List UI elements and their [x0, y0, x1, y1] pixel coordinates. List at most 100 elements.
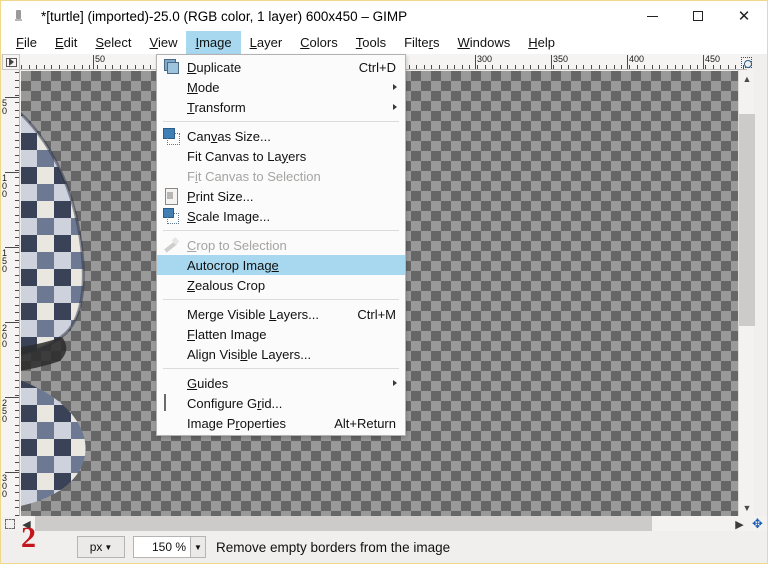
navigation-move-icon[interactable]: ✥: [748, 516, 767, 532]
zoom-value[interactable]: 150 %: [134, 537, 190, 557]
menubar-item-view[interactable]: View: [141, 31, 187, 54]
menu-item-zealous-crop[interactable]: Zealous Crop: [157, 275, 405, 295]
ruler-major-tick: [5, 322, 19, 323]
ruler-tick: [15, 117, 19, 118]
ruler-tick: [697, 65, 699, 69]
menubar-item-help[interactable]: Help: [519, 31, 564, 54]
configure-grid-icon: [163, 394, 179, 411]
ruler-tick: [515, 65, 516, 69]
ruler-label: 450: [705, 54, 721, 64]
menu-item-flatten-image[interactable]: Flatten Image: [157, 324, 405, 344]
menu-item-scale-image[interactable]: Scale Image...: [157, 206, 405, 226]
ruler-tick: [15, 484, 19, 486]
menubar-item-select[interactable]: Select: [86, 31, 140, 54]
menu-item-autocrop-image[interactable]: Autocrop Image: [157, 255, 405, 275]
menu-item-fit-canvas-to-layers[interactable]: Fit Canvas to Layers: [157, 146, 405, 166]
ruler-tick: [15, 372, 19, 373]
ruler-tick: [439, 65, 440, 69]
horizontal-scrollbar-thumb[interactable]: [35, 516, 652, 532]
ruler-tick: [15, 139, 19, 141]
menu-item-align-visible-layers[interactable]: Align Visible Layers...: [157, 344, 405, 364]
menubar-item-tools[interactable]: Tools: [347, 31, 395, 54]
ruler-tick: [15, 267, 19, 268]
ruler-tick: [15, 109, 19, 111]
ruler-tick: [530, 65, 532, 69]
ruler-tick: [727, 65, 729, 69]
menubar-item-edit[interactable]: Edit: [46, 31, 86, 54]
menu-item-label: Fit Canvas to Selection: [187, 168, 321, 184]
menu-item-configure-grid[interactable]: Configure Grid...: [157, 393, 405, 413]
menu-item-print-size[interactable]: Print Size...: [157, 186, 405, 206]
chevron-right-icon[interactable]: ▶: [731, 516, 748, 532]
maximize-button[interactable]: [675, 1, 721, 31]
menubar-item-image[interactable]: Image: [186, 31, 241, 54]
status-message: Remove empty borders from the image: [216, 539, 451, 555]
menu-separator: [163, 368, 399, 369]
ruler-tick: [545, 65, 547, 69]
ruler-tick: [15, 132, 19, 133]
ruler-tick: [66, 65, 68, 69]
menu-item-mode[interactable]: Mode: [157, 77, 405, 97]
ruler-tick: [15, 222, 19, 223]
ruler-tick: [598, 65, 600, 69]
minimize-button[interactable]: [629, 1, 675, 31]
ruler-major-tick: [5, 397, 19, 398]
ruler-label: 400: [629, 54, 645, 64]
ruler-tick: [119, 65, 121, 69]
ruler-tick: [560, 65, 562, 69]
ruler-label: 150: [2, 248, 8, 274]
close-button[interactable]: ✕: [721, 1, 767, 31]
menu-item-duplicate[interactable]: Duplicate Ctrl+D: [157, 57, 405, 77]
menu-item-canvas-size[interactable]: Canvas Size...: [157, 126, 405, 146]
menu-item-image-properties[interactable]: Image Properties Alt+Return: [157, 413, 405, 433]
ruler-major-tick: [5, 472, 19, 473]
menu-item-label: Guides: [187, 375, 229, 391]
menu-item-label: Merge Visible Layers...: [187, 306, 319, 322]
ruler-label: 100: [2, 173, 8, 199]
menu-item-fit-canvas-to-selection: Fit Canvas to Selection: [157, 166, 405, 186]
ruler-tick: [454, 65, 456, 69]
menu-item-label: Configure Grid...: [187, 395, 283, 411]
ruler-tick: [150, 65, 152, 69]
menu-item-accel: Ctrl+D: [358, 59, 396, 75]
ruler-tick: [15, 507, 19, 508]
menu-item-label: Image Properties: [187, 415, 287, 431]
chevron-down-icon[interactable]: ▼: [190, 537, 205, 557]
gimp-window: *[turtle] (imported)-25.0 (RGB color, 1 …: [0, 0, 768, 564]
menubar-item-layer[interactable]: Layer: [241, 31, 292, 54]
ruler-tick: [15, 424, 19, 426]
menubar-item-colors[interactable]: Colors: [291, 31, 347, 54]
menubar-item-filters[interactable]: Filters: [395, 31, 448, 54]
zoom-combo[interactable]: 150 % ▼: [133, 536, 206, 558]
zoom-follow-window-icon[interactable]: [738, 54, 754, 70]
ruler-tick: [74, 65, 76, 69]
ruler-tick: [477, 65, 478, 69]
horizontal-scrollbar[interactable]: [35, 516, 731, 532]
ruler-tick: [104, 65, 106, 69]
vertical-scrollbar[interactable]: ▲ ▼: [738, 70, 755, 516]
menu-item-guides[interactable]: Guides: [157, 373, 405, 393]
menubar-item-file[interactable]: File: [7, 31, 46, 54]
quick-mask-icon[interactable]: [1, 516, 18, 532]
vertical-scrollbar-thumb[interactable]: [739, 114, 755, 326]
ruler-tick: [142, 65, 144, 69]
menu-item-transform[interactable]: Transform: [157, 97, 405, 117]
chevron-up-icon[interactable]: ▲: [739, 70, 755, 87]
ruler-tick: [606, 65, 608, 69]
ruler-tick: [15, 349, 19, 351]
ruler-corner-menu-icon[interactable]: [2, 54, 20, 70]
unit-select[interactable]: px ▼: [77, 536, 125, 558]
menu-item-merge-visible-layers[interactable]: Merge Visible Layers... Ctrl+M: [157, 304, 405, 324]
vertical-ruler[interactable]: 50 100 150 200 250 300: [1, 70, 20, 516]
ruler-tick: [446, 65, 448, 69]
ruler-tick: [28, 65, 30, 69]
ruler-tick: [469, 65, 471, 69]
ruler-tick: [15, 184, 19, 186]
menu-item-label: Flatten Image: [187, 326, 267, 342]
chevron-down-icon[interactable]: ▼: [739, 499, 755, 516]
horizontal-scrollbar-row: ◀ ▶ ✥: [1, 516, 767, 532]
window-title: *[turtle] (imported)-25.0 (RGB color, 1 …: [41, 8, 408, 24]
ruler-tick: [15, 79, 19, 81]
ruler-tick: [15, 357, 19, 358]
menubar-item-windows[interactable]: Windows: [449, 31, 520, 54]
